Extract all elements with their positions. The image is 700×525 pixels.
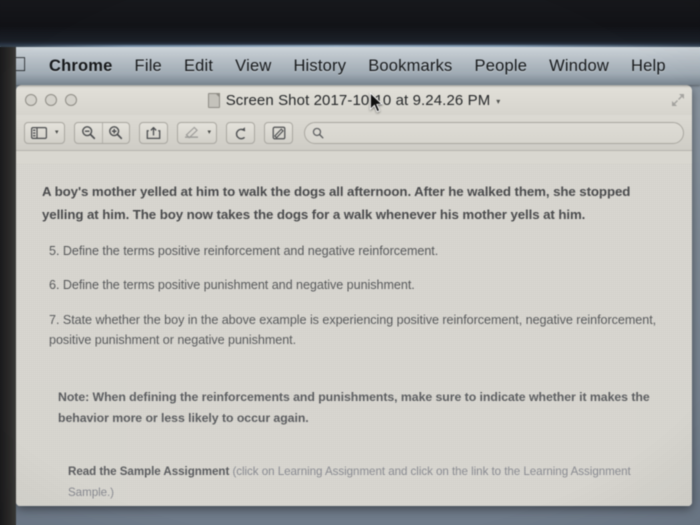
document-icon	[207, 92, 220, 108]
search-icon	[312, 127, 324, 139]
question-6: 6. Define the terms positive punishment …	[49, 278, 415, 293]
menu-item-people[interactable]: People	[475, 57, 528, 76]
markup-group: ▾	[176, 121, 218, 144]
intro-paragraph: A boy's mother yelled at him to walk the…	[42, 184, 631, 223]
document-canvas: A boy's mother yelled at him to walk the…	[16, 164, 692, 506]
sidebar-chevron-down-icon[interactable]: ▾	[52, 129, 64, 136]
rotate-group	[226, 121, 256, 144]
markup-chevron-down-icon[interactable]: ▾	[205, 129, 217, 136]
title-block: Screen Shot 2017-10-10 at 9.24.26 PM ▾	[16, 92, 692, 109]
preview-toolbar: ▾ ▾	[16, 115, 692, 151]
search-field[interactable]	[304, 121, 684, 144]
menu-item-view[interactable]: View	[235, 57, 271, 76]
sidebar-group: ▾	[24, 121, 65, 144]
monitor-photo:  Chrome File Edit View History Bookmark…	[0, 0, 700, 525]
menu-item-window[interactable]: Window	[549, 57, 609, 76]
menu-item-edit[interactable]: Edit	[184, 57, 213, 76]
annotate-pencil-icon[interactable]	[265, 123, 292, 143]
share-icon[interactable]	[140, 123, 167, 143]
zoom-group	[73, 121, 130, 144]
sidebar-toggle-icon[interactable]	[25, 123, 52, 143]
fullscreen-arrows-icon[interactable]	[671, 93, 685, 107]
close-button[interactable]	[25, 94, 37, 106]
menu-bar:  Chrome File Edit View History Bookmark…	[0, 47, 700, 85]
question-7: 7. State whether the boy in the above ex…	[49, 312, 657, 348]
chevron-down-icon[interactable]: ▾	[496, 97, 500, 106]
window-titlebar[interactable]: Screen Shot 2017-10-10 at 9.24.26 PM ▾	[16, 85, 692, 115]
preview-window: Screen Shot 2017-10-10 at 9.24.26 PM ▾ ▾…	[16, 85, 692, 506]
annotate-group	[264, 121, 294, 144]
markup-pen-icon[interactable]	[178, 123, 205, 143]
sample-assignment-label[interactable]: Read the Sample Assignment	[68, 465, 229, 478]
minimize-button[interactable]	[45, 94, 57, 106]
menu-item-bookmarks[interactable]: Bookmarks	[368, 57, 452, 76]
rotate-left-icon[interactable]	[227, 123, 254, 143]
question-5: 5. Define the terms positive reinforceme…	[49, 244, 439, 259]
monitor-bezel-top	[0, 0, 700, 47]
menu-item-history[interactable]: History	[293, 57, 346, 76]
menu-item-help[interactable]: Help	[631, 57, 666, 76]
window-title: Screen Shot 2017-10-10 at 9.24.26 PM	[225, 91, 491, 109]
zoom-in-icon[interactable]	[101, 122, 129, 143]
menu-item-chrome[interactable]: Chrome	[49, 57, 113, 76]
zoom-out-icon[interactable]	[75, 123, 102, 143]
search-input[interactable]	[329, 122, 683, 143]
zoom-button[interactable]	[65, 94, 77, 106]
menu-item-file[interactable]: File	[135, 57, 162, 76]
window-controls	[25, 94, 77, 106]
sample-assignment-line: Read the Sample Assignment (click on Lea…	[68, 462, 666, 504]
monitor-bezel-left	[0, 47, 16, 525]
share-group	[138, 121, 168, 144]
note-paragraph: Note: When defining the reinforcements a…	[58, 389, 650, 426]
